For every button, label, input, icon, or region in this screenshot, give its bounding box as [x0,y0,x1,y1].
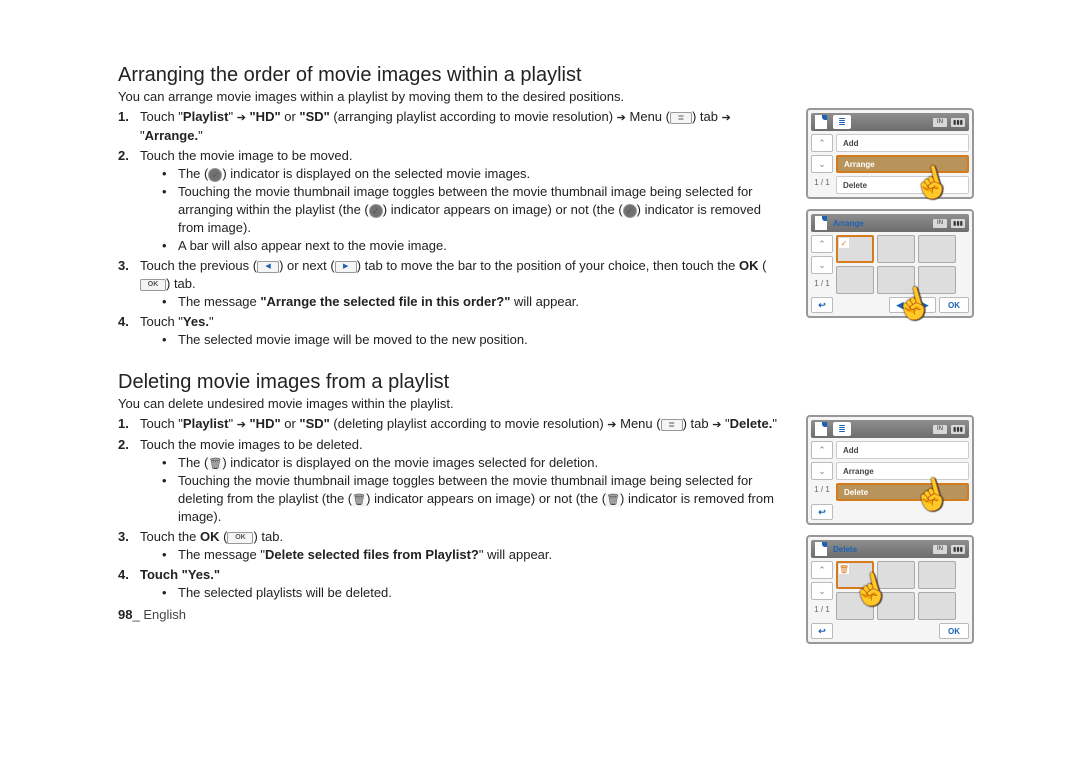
down-button[interactable]: ⌄ [811,256,833,274]
battery-icon: ▮▮▮ [951,118,965,127]
menu-tab-icon [661,419,683,431]
menu-add[interactable]: Add [836,441,969,459]
trash-icon [606,493,620,507]
trash-mark-icon: 🗑 [839,564,849,574]
check-icon: ✓ [839,238,849,248]
menu-arrange[interactable]: Arrange [836,462,969,480]
down-button[interactable]: ⌄ [811,462,833,480]
screen-title: Delete [833,545,857,554]
ok-button[interactable]: OK [939,623,969,639]
trash-icon [208,457,222,471]
page-indicator: 1 / 1 [811,279,833,288]
check-icon [623,204,637,218]
menu-add[interactable]: Add [836,134,969,152]
menu-tab-icon [670,112,692,124]
ok-tab-icon [140,279,166,291]
ok-tab-icon [227,532,253,544]
playlist-icon [815,115,827,129]
step-3: Touch the OK () tab. The message "Delete… [118,528,782,564]
step-2: Touch the movie image to be moved. The (… [118,147,782,255]
arrow-icon [237,415,246,434]
up-button[interactable]: ⌃ [811,235,833,253]
battery-icon: ▮▮▮ [951,545,965,554]
step-3: Touch the previous () or next () tab to … [118,257,782,311]
arrow-icon [237,108,246,127]
screen-menu-arrange: ≣IN▮▮▮ ⌃⌄1 / 1 Add Arrange Delete ☝ [806,108,974,199]
back-button[interactable]: ↩ [811,623,833,639]
check-icon [369,204,383,218]
storage-icon: IN [933,545,947,554]
page-indicator: 1 / 1 [811,485,833,494]
menu-arrange[interactable]: Arrange [836,155,969,173]
back-button[interactable]: ↩ [811,504,833,520]
next-tab-icon [335,261,357,273]
back-button[interactable]: ↩ [811,297,833,313]
screen-arrange-thumbs: Arrange IN ▮▮▮ ⌃ ⌄ 1 / 1 ✓ [806,209,974,318]
battery-icon: ▮▮▮ [951,219,965,228]
thumb-2[interactable] [877,235,915,263]
page-footer: 98_ English [118,607,186,622]
step-2: Touch the movie images to be deleted. Th… [118,436,782,526]
prev-tab-icon [257,261,279,273]
check-icon [208,168,222,182]
storage-icon: IN [933,219,947,228]
storage-icon: IN [933,425,947,434]
step-1: Touch "Playlist" "HD" or "SD" (deleting … [118,415,782,434]
arrow-icon [722,108,731,127]
battery-icon: ▮▮▮ [951,425,965,434]
step-4: Touch "Yes." The selected playlists will… [118,566,782,602]
screen-menu-delete: ≣IN▮▮▮ ⌃⌄1 / 1 Add Arrange Delete ↩ ☝ [806,415,974,525]
steps-delete: Touch "Playlist" "HD" or "SD" (deleting … [118,415,782,602]
up-button[interactable]: ⌃ [811,441,833,459]
page-indicator: 1 / 1 [811,605,833,614]
step-1: Touch "Playlist" "HD" or "SD" (arranging… [118,108,782,145]
menu-tab-icon: ≣ [833,115,851,129]
arrow-icon [617,108,626,127]
playlist-icon [815,216,827,230]
arrow-icon [607,415,616,434]
ok-button[interactable]: OK [939,297,969,313]
intro-delete: You can delete undesired movie images wi… [118,396,984,411]
storage-icon: IN [933,118,947,127]
screen-delete-thumbs: Delete IN ▮▮▮ ⌃ ⌄ 1 / 1 🗑 [806,535,974,644]
up-button[interactable]: ⌃ [811,134,833,152]
down-button[interactable]: ⌄ [811,155,833,173]
up-button[interactable]: ⌃ [811,561,833,579]
step-4: Touch "Yes." The selected movie image wi… [118,313,782,349]
heading-delete: Deleting movie images from a playlist [118,371,984,394]
thumb-4[interactable] [836,266,874,294]
heading-arrange: Arranging the order of movie images with… [118,64,984,87]
intro-arrange: You can arrange movie images within a pl… [118,89,984,104]
thumb-1[interactable]: ✓ [836,235,874,263]
thumb-6[interactable] [918,592,956,620]
menu-tab-icon: ≣ [833,422,851,436]
trash-icon [352,493,366,507]
down-button[interactable]: ⌄ [811,582,833,600]
playlist-icon [815,542,827,556]
playlist-icon [815,422,827,436]
steps-arrange: Touch "Playlist" "HD" or "SD" (arranging… [118,108,782,349]
page-indicator: 1 / 1 [811,178,833,187]
thumb-3[interactable] [918,235,956,263]
screen-title: Arrange [833,219,864,228]
thumb-3[interactable] [918,561,956,589]
